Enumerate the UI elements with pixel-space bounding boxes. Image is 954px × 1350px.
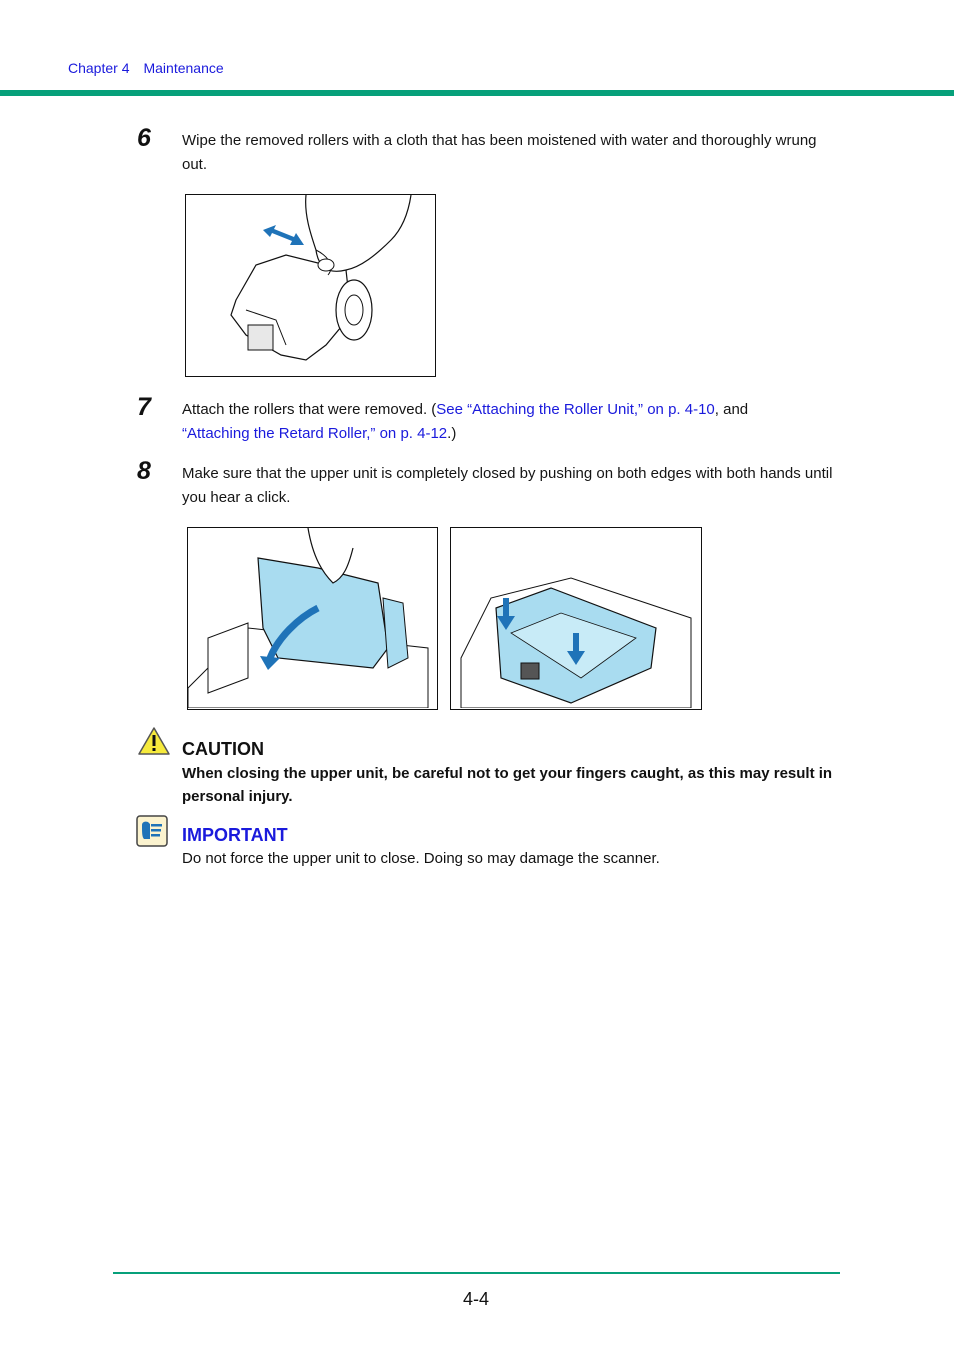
figure-wipe-roller — [185, 194, 436, 377]
important-text: Do not force the upper unit to close. Do… — [182, 850, 660, 867]
footer-rule — [113, 1272, 840, 1274]
double-arrow-icon — [263, 225, 304, 245]
close-unit-illustration — [187, 527, 429, 709]
important-hand-icon — [136, 815, 168, 852]
section-label: Maintenance — [143, 60, 224, 76]
chapter-label: Chapter 4 — [68, 60, 130, 76]
step-text-7: Attach the rollers that were removed. (S… — [182, 401, 749, 442]
link-attaching-retard-roller[interactable]: “Attaching the Retard Roller,” on p. 4-1… — [182, 425, 447, 442]
figure-close-upper-unit — [187, 527, 438, 710]
important-title: IMPORTANT — [182, 825, 288, 845]
header-rule — [0, 90, 954, 96]
link-attaching-roller-unit[interactable]: See “Attaching the Roller Unit,” on p. 4… — [436, 401, 714, 418]
figure-push-edges — [450, 527, 702, 710]
step-text-8: Make sure that the upper unit is complet… — [182, 465, 833, 506]
page-number: 4-4 — [463, 1289, 490, 1309]
warning-triangle-icon — [137, 726, 171, 761]
step-number-8: 8 — [137, 457, 151, 485]
running-header: Chapter 4 Maintenance — [68, 60, 224, 76]
step-number-6: 6 — [137, 124, 151, 152]
caution-text: When closing the upper unit, be careful … — [182, 765, 833, 805]
push-edges-illustration — [460, 577, 692, 709]
caution-title: CAUTION — [182, 739, 264, 759]
step-text-6: Wipe the removed rollers with a cloth th… — [182, 132, 817, 173]
roller-wipe-illustration — [230, 194, 412, 361]
step-number-7: 7 — [137, 393, 151, 421]
